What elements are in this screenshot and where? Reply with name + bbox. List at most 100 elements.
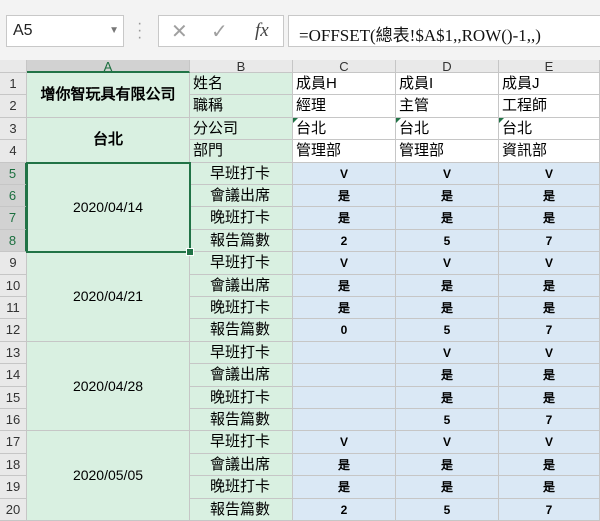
row-header-11[interactable]: 11: [0, 297, 27, 320]
column-header-e[interactable]: E: [499, 60, 600, 73]
attendance-value-cell[interactable]: V: [499, 431, 600, 454]
week-date-cell[interactable]: 2020/04/28: [27, 341, 190, 432]
attendance-value-cell[interactable]: 7: [499, 409, 600, 432]
row-header-7[interactable]: 7: [0, 207, 27, 230]
member-info-cell[interactable]: 台北: [293, 117, 396, 141]
member-info-cell[interactable]: 經理: [293, 95, 396, 118]
item-label-cell[interactable]: 早班打卡: [190, 341, 293, 365]
column-header-d[interactable]: D: [396, 60, 499, 73]
drag-handle-icon[interactable]: · · ·: [137, 16, 143, 46]
chevron-down-icon[interactable]: ▼: [109, 25, 119, 36]
row-header-5[interactable]: 5: [0, 162, 27, 185]
item-label-cell[interactable]: 會議出席: [190, 364, 293, 387]
attendance-value-cell[interactable]: 是: [499, 207, 600, 230]
attendance-value-cell[interactable]: V: [293, 162, 396, 185]
member-info-cell[interactable]: 主管: [396, 95, 499, 118]
select-all-corner[interactable]: [0, 60, 27, 73]
item-label-cell[interactable]: 晚班打卡: [190, 476, 293, 499]
item-label-cell[interactable]: 晚班打卡: [190, 386, 293, 409]
column-header-a[interactable]: A: [27, 60, 190, 73]
attendance-value-cell[interactable]: V: [293, 252, 396, 275]
attendance-value-cell[interactable]: 是: [499, 297, 600, 320]
field-label-cell[interactable]: 分公司: [190, 117, 293, 141]
item-label-cell[interactable]: 早班打卡: [190, 162, 293, 185]
formula-input[interactable]: =OFFSET(總表!$A$1,,ROW()-1,,): [288, 15, 600, 47]
member-info-cell[interactable]: 管理部: [396, 140, 499, 163]
attendance-value-cell[interactable]: 是: [396, 207, 499, 230]
attendance-value-cell[interactable]: 是: [293, 185, 396, 208]
item-label-cell[interactable]: 報告篇數: [190, 319, 293, 342]
row-header-18[interactable]: 18: [0, 453, 27, 477]
attendance-value-cell[interactable]: 是: [293, 297, 396, 320]
enter-icon[interactable]: ✓: [211, 19, 228, 44]
attendance-value-cell[interactable]: V: [396, 341, 499, 365]
row-header-16[interactable]: 16: [0, 409, 27, 432]
attendance-value-cell[interactable]: 5: [396, 409, 499, 432]
row-header-14[interactable]: 14: [0, 364, 27, 387]
field-label-cell[interactable]: 職稱: [190, 95, 293, 118]
item-label-cell[interactable]: 報告篇數: [190, 229, 293, 253]
member-info-cell[interactable]: 工程師: [499, 95, 600, 118]
attendance-value-cell[interactable]: 是: [293, 274, 396, 297]
row-header-17[interactable]: 17: [0, 431, 27, 454]
item-label-cell[interactable]: 報告篇數: [190, 409, 293, 432]
item-label-cell[interactable]: 會議出席: [190, 274, 293, 297]
member-info-cell[interactable]: 台北: [499, 117, 600, 141]
attendance-value-cell[interactable]: 是: [499, 185, 600, 208]
row-header-19[interactable]: 19: [0, 476, 27, 499]
attendance-value-cell[interactable]: 是: [396, 297, 499, 320]
attendance-value-cell[interactable]: V: [396, 162, 499, 185]
attendance-value-cell[interactable]: 是: [396, 453, 499, 477]
attendance-value-cell[interactable]: 是: [293, 476, 396, 499]
attendance-value-cell[interactable]: 7: [499, 229, 600, 253]
attendance-value-cell[interactable]: 是: [396, 185, 499, 208]
attendance-value-cell[interactable]: 5: [396, 319, 499, 342]
week-date-cell[interactable]: 2020/05/05: [27, 431, 190, 521]
name-box[interactable]: A5 ▼: [6, 15, 124, 47]
attendance-value-cell[interactable]: [293, 409, 396, 432]
attendance-value-cell[interactable]: 是: [293, 207, 396, 230]
attendance-value-cell[interactable]: 5: [396, 229, 499, 253]
row-header-2[interactable]: 2: [0, 95, 27, 118]
attendance-value-cell[interactable]: 是: [499, 476, 600, 499]
attendance-value-cell[interactable]: 是: [499, 386, 600, 409]
attendance-value-cell[interactable]: V: [499, 162, 600, 185]
attendance-value-cell[interactable]: 0: [293, 319, 396, 342]
attendance-value-cell[interactable]: 是: [396, 274, 499, 297]
member-info-cell[interactable]: 台北: [396, 117, 499, 141]
field-label-cell[interactable]: 姓名: [190, 73, 293, 96]
attendance-value-cell[interactable]: 是: [499, 364, 600, 387]
row-header-13[interactable]: 13: [0, 341, 27, 365]
member-info-cell[interactable]: 成員I: [396, 73, 499, 96]
item-label-cell[interactable]: 晚班打卡: [190, 207, 293, 230]
member-info-cell[interactable]: 成員J: [499, 73, 600, 96]
attendance-value-cell[interactable]: 是: [499, 453, 600, 477]
branch-cell[interactable]: 台北: [27, 117, 190, 163]
column-header-b[interactable]: B: [190, 60, 293, 73]
item-label-cell[interactable]: 早班打卡: [190, 252, 293, 275]
member-info-cell[interactable]: 資訊部: [499, 140, 600, 163]
attendance-value-cell[interactable]: 是: [396, 364, 499, 387]
insert-function-icon[interactable]: fx: [255, 20, 269, 42]
fill-handle[interactable]: [186, 248, 194, 257]
field-label-cell[interactable]: 部門: [190, 140, 293, 163]
cancel-icon[interactable]: ✕: [171, 19, 188, 44]
item-label-cell[interactable]: 早班打卡: [190, 431, 293, 454]
attendance-value-cell[interactable]: 2: [293, 229, 396, 253]
row-header-6[interactable]: 6: [0, 185, 27, 208]
member-info-cell[interactable]: 成員H: [293, 73, 396, 96]
row-header-12[interactable]: 12: [0, 319, 27, 342]
item-label-cell[interactable]: 會議出席: [190, 185, 293, 208]
attendance-value-cell[interactable]: 7: [499, 319, 600, 342]
row-header-9[interactable]: 9: [0, 252, 27, 275]
attendance-value-cell[interactable]: [293, 364, 396, 387]
company-name-cell[interactable]: 增你智玩具有限公司: [27, 73, 190, 118]
member-info-cell[interactable]: 管理部: [293, 140, 396, 163]
attendance-value-cell[interactable]: 是: [499, 274, 600, 297]
week-date-cell[interactable]: 2020/04/14: [27, 162, 190, 253]
attendance-value-cell[interactable]: 是: [396, 476, 499, 499]
attendance-value-cell[interactable]: V: [293, 431, 396, 454]
row-header-3[interactable]: 3: [0, 117, 27, 141]
attendance-value-cell[interactable]: 是: [396, 386, 499, 409]
attendance-value-cell[interactable]: V: [499, 341, 600, 365]
